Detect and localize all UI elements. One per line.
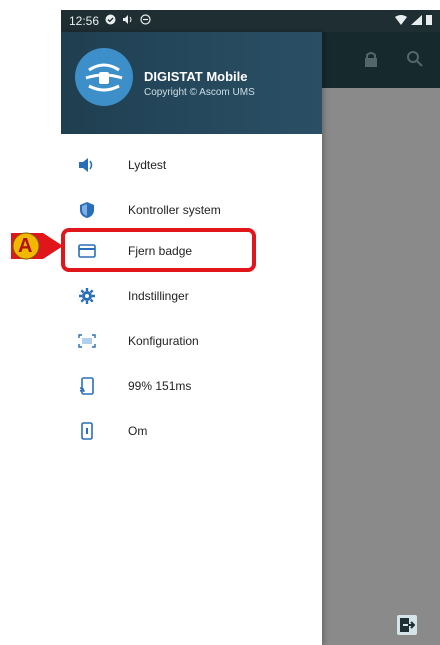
navigation-drawer: DIGISTAT Mobile Copyright © Ascom UMS Ly… bbox=[61, 32, 322, 645]
menu-item-signal[interactable]: 99% 151ms bbox=[61, 367, 322, 405]
menu-item-konfiguration[interactable]: Konfiguration bbox=[61, 322, 322, 360]
highlight-box bbox=[61, 228, 256, 272]
phone-info-icon bbox=[77, 421, 97, 441]
drawer-header: DIGISTAT Mobile Copyright © Ascom UMS bbox=[61, 32, 322, 134]
menu-label-kontroller-system: Kontroller system bbox=[128, 203, 221, 217]
menu-label-konfiguration: Konfiguration bbox=[128, 334, 199, 348]
callout-a-label: A bbox=[18, 235, 33, 257]
cell-signal-icon bbox=[411, 14, 422, 28]
app-name: DIGISTAT Mobile bbox=[144, 69, 248, 84]
dimmed-content-area[interactable] bbox=[322, 32, 440, 645]
lock-icon bbox=[362, 50, 380, 68]
menu-item-om[interactable]: Om bbox=[61, 412, 322, 450]
volume-icon bbox=[122, 14, 134, 28]
cast-signal-icon bbox=[77, 376, 97, 396]
app-toolbar bbox=[322, 32, 440, 88]
menu-item-kontroller-system[interactable]: Kontroller system bbox=[61, 191, 322, 229]
wifi-icon bbox=[395, 14, 407, 28]
exit-icon[interactable] bbox=[397, 615, 417, 635]
barcode-scan-icon bbox=[77, 331, 97, 351]
shield-icon bbox=[77, 200, 97, 220]
menu-label-om: Om bbox=[128, 424, 148, 438]
menu-label-lydtest: Lydtest bbox=[128, 158, 167, 172]
check-circle-icon bbox=[105, 14, 116, 28]
digistat-logo-icon bbox=[75, 48, 133, 106]
callout-a: A bbox=[7, 229, 67, 263]
menu-label-signal: 99% 151ms bbox=[128, 379, 192, 393]
menu-item-indstillinger[interactable]: Indstillinger bbox=[61, 277, 322, 315]
battery-icon bbox=[426, 14, 432, 28]
menu-label-indstillinger: Indstillinger bbox=[128, 289, 189, 303]
menu-item-lydtest[interactable]: Lydtest bbox=[61, 146, 322, 184]
search-icon bbox=[406, 50, 424, 68]
status-bar: 12:56 bbox=[61, 10, 440, 32]
dnd-icon bbox=[140, 14, 151, 28]
phone-screen: 12:56 DIGISTAT Mobile Copyright © Ascom … bbox=[61, 10, 440, 645]
speaker-icon bbox=[77, 155, 97, 175]
gear-icon bbox=[77, 286, 97, 306]
app-copyright: Copyright © Ascom UMS bbox=[144, 87, 255, 98]
status-time: 12:56 bbox=[69, 14, 100, 28]
